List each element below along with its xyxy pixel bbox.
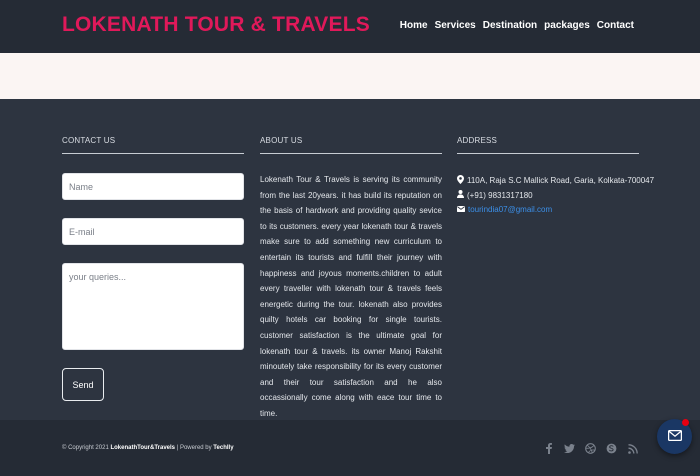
- send-button[interactable]: Send: [62, 368, 104, 401]
- address-phone-row: (+91) 9831317180: [457, 190, 533, 200]
- footer-bottom: © Copyright 2021 LokenathTour&Travels | …: [0, 420, 700, 476]
- envelope-icon: [457, 205, 465, 214]
- copyright-company[interactable]: LokenathTour&Travels: [110, 445, 175, 451]
- address-street: 110A, Raja S.C Mallick Road, Garia, Kolk…: [467, 176, 655, 185]
- social-links: [543, 443, 638, 454]
- copyright-prefix: © Copyright 2021: [62, 445, 109, 451]
- address-divider: [457, 153, 639, 154]
- main-nav: Home Services Destination packages Conta…: [400, 20, 634, 31]
- contact-divider: [62, 153, 244, 154]
- skype-icon[interactable]: [606, 443, 617, 454]
- email-input[interactable]: [62, 218, 244, 245]
- copyright-separator: |: [176, 445, 179, 451]
- powered-by-company[interactable]: Techlly: [213, 445, 233, 451]
- about-text: Lokenath Tour & Travels is serving its c…: [260, 175, 442, 418]
- twitter-icon[interactable]: [564, 443, 575, 454]
- nav-item-home[interactable]: Home: [400, 20, 428, 31]
- address-title: ADDRESS: [457, 136, 498, 145]
- address-email-link[interactable]: tourindia07@gmail.com: [468, 205, 552, 214]
- user-icon: [457, 190, 464, 200]
- nav-item-destination[interactable]: Destination: [483, 20, 537, 31]
- address-phone: (+91) 9831317180: [467, 190, 533, 200]
- queries-textarea[interactable]: [62, 263, 244, 350]
- brand-logo-text[interactable]: LOKENATH TOUR & TRAVELS: [62, 13, 370, 37]
- about-divider: [260, 153, 442, 154]
- map-marker-icon: [457, 175, 464, 186]
- footer-main: CONTACT US Send ABOUT US Lokenath Tour &…: [0, 99, 700, 420]
- address-email-row: tourindia07@gmail.com: [457, 205, 552, 214]
- notification-dot: [682, 419, 689, 426]
- dribbble-icon[interactable]: [585, 443, 596, 454]
- top-navbar: LOKENATH TOUR & TRAVELS Home Services De…: [0, 0, 700, 53]
- nav-item-services[interactable]: Services: [435, 20, 476, 31]
- contact-title: CONTACT US: [62, 136, 116, 145]
- powered-by-label: Powered by: [179, 445, 212, 451]
- facebook-icon[interactable]: [543, 443, 554, 454]
- about-title: ABOUT US: [260, 136, 303, 145]
- rss-icon[interactable]: [627, 443, 638, 454]
- nav-item-contact[interactable]: Contact: [597, 20, 634, 31]
- content-band: [0, 53, 700, 99]
- name-input[interactable]: [62, 173, 244, 200]
- address-street-row: 110A, Raja S.C Mallick Road, Garia, Kolk…: [457, 175, 654, 186]
- mail-icon: [667, 428, 682, 446]
- copyright-text: © Copyright 2021 LokenathTour&Travels | …: [62, 445, 234, 451]
- nav-item-packages[interactable]: packages: [544, 20, 590, 31]
